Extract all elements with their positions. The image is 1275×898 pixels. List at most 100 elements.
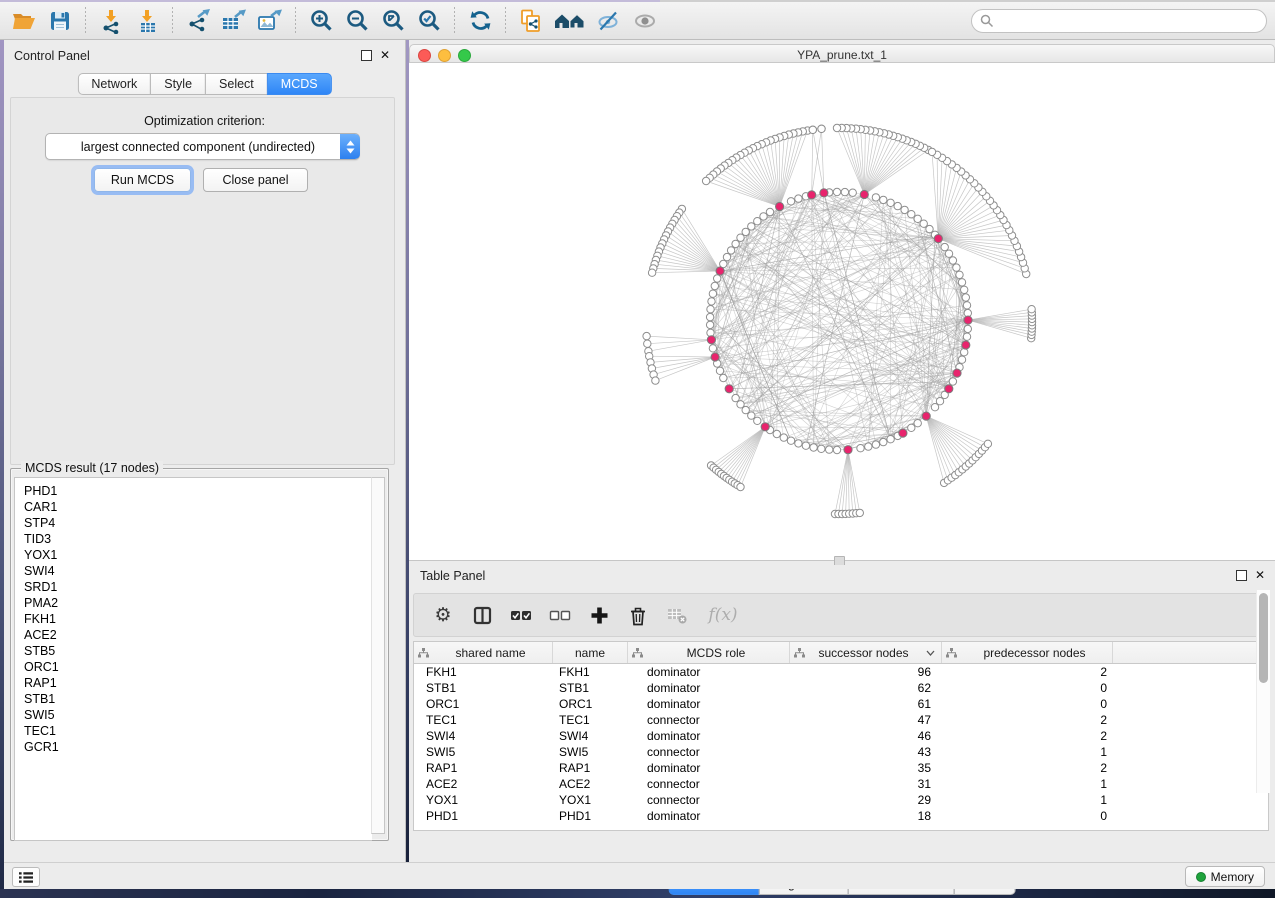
search-input[interactable] (971, 9, 1267, 33)
mcds-result-list[interactable]: PHD1CAR1STP4TID3YOX1SWI4SRD1PMA2FKH1ACE2… (14, 477, 372, 841)
network-svg[interactable] (409, 63, 1275, 560)
table-scrollbar[interactable] (1256, 590, 1270, 793)
unselect-all-button[interactable] (545, 599, 575, 631)
zoom-out-icon (345, 8, 370, 33)
delete-table-button[interactable] (662, 599, 692, 631)
mcds-result-item[interactable]: RAP1 (15, 675, 372, 691)
import-table-icon (134, 8, 160, 34)
mcds-result-item[interactable]: STB5 (15, 643, 372, 659)
tab-style[interactable]: Style (150, 73, 206, 95)
table-panel-close-icon[interactable]: ✕ (1255, 569, 1265, 581)
column-header-MCDS-role[interactable]: MCDS role (628, 642, 790, 663)
column-header-shared-name[interactable]: shared name (414, 642, 553, 663)
export-table-button[interactable] (217, 6, 251, 36)
cell: 29 (790, 793, 942, 807)
hide-selected-button[interactable] (592, 6, 626, 36)
mcds-result-item[interactable]: SWI5 (15, 707, 372, 723)
toolbar-separator (85, 7, 86, 35)
column-header-name[interactable]: name (553, 642, 628, 663)
fx-icon: f(x) (708, 605, 737, 625)
first-neighbors-button[interactable] (550, 6, 590, 36)
table-row[interactable]: SWI4SWI4dominator462 (414, 728, 1268, 744)
table-row[interactable]: TEC1TEC1connector472 (414, 712, 1268, 728)
memory-button[interactable]: Memory (1185, 866, 1265, 887)
gear-icon: ⚙ (434, 606, 451, 625)
table-panel-float-icon[interactable] (1236, 570, 1247, 581)
function-builder-button[interactable]: f(x) (701, 599, 745, 631)
mcds-result-scrollbar[interactable] (371, 477, 385, 834)
export-network-button[interactable] (181, 6, 215, 36)
tab-mcds[interactable]: MCDS (267, 73, 332, 95)
sort-descending-icon (926, 650, 935, 656)
control-panel-close-icon[interactable]: ✕ (380, 49, 390, 61)
mcds-result-item[interactable]: FKH1 (15, 611, 372, 627)
column-header-predecessor-nodes[interactable]: predecessor nodes (942, 642, 1113, 663)
column-header-successor-nodes[interactable]: successor nodes (790, 642, 942, 663)
table-row[interactable]: PHD1PHD1dominator180 (414, 808, 1268, 824)
mcds-result-item[interactable]: PHD1 (15, 483, 372, 499)
import-table-button[interactable] (130, 6, 164, 36)
control-panel-float-icon[interactable] (361, 50, 372, 61)
cell: dominator (628, 697, 790, 711)
close-panel-button[interactable]: Close panel (203, 168, 308, 192)
show-task-history-button[interactable] (12, 867, 40, 887)
mcds-result-item[interactable]: ORC1 (15, 659, 372, 675)
mcds-result-item[interactable]: STB1 (15, 691, 372, 707)
import-network-button[interactable] (94, 6, 128, 36)
table-row[interactable]: YOX1YOX1connector291 (414, 792, 1268, 808)
export-image-button[interactable] (253, 6, 287, 36)
mcds-result-item[interactable]: PMA2 (15, 595, 372, 611)
add-column-button[interactable] (584, 599, 614, 631)
zoom-in-button[interactable] (304, 6, 338, 36)
mcds-result-item[interactable]: ACE2 (15, 627, 372, 643)
mcds-result-item[interactable]: SRD1 (15, 579, 372, 595)
mcds-result-item[interactable]: GCR1 (15, 739, 372, 755)
network-window-titlebar[interactable]: YPA_prune.txt_1 (409, 44, 1275, 63)
tab-network[interactable]: Network (77, 73, 151, 95)
table-row[interactable]: ACE2ACE2connector311 (414, 776, 1268, 792)
application-window: Control Panel ✕ NetworkStyleSelectMCDS O… (0, 0, 1275, 898)
checked-boxes-icon (510, 607, 532, 623)
table-row[interactable]: RAP1RAP1dominator352 (414, 760, 1268, 776)
optimization-criterion-label: Optimization criterion: (4, 114, 405, 128)
mcds-result-item[interactable]: SWI4 (15, 563, 372, 579)
table-row[interactable]: ORC1ORC1dominator610 (414, 696, 1268, 712)
zoom-out-button[interactable] (340, 6, 374, 36)
table-scrollbar-thumb[interactable] (1259, 593, 1268, 683)
table-row[interactable]: SWI5SWI5connector431 (414, 744, 1268, 760)
show-columns-button[interactable] (467, 599, 497, 631)
open-session-button[interactable] (7, 6, 41, 36)
zoom-fit-button[interactable] (376, 6, 410, 36)
mcds-result-item[interactable]: STP4 (15, 515, 372, 531)
plus-icon (590, 606, 609, 625)
cell: 1 (942, 793, 1113, 807)
cell: FKH1 (553, 665, 628, 679)
mcds-result-item[interactable]: TID3 (15, 531, 372, 547)
cell: ORC1 (414, 697, 553, 711)
mcds-result-item[interactable]: CAR1 (15, 499, 372, 515)
zoom-selected-button[interactable] (412, 6, 446, 36)
mcds-result-item[interactable]: TEC1 (15, 723, 372, 739)
optimization-criterion-select[interactable]: largest connected component (undirected) (45, 133, 360, 160)
cell: 62 (790, 681, 942, 695)
status-bar: Memory (4, 862, 1275, 889)
cell: 18 (790, 809, 942, 823)
network-canvas[interactable] (409, 63, 1275, 561)
cell: 0 (942, 697, 1113, 711)
cell: SWI4 (414, 729, 553, 743)
zoom-in-icon (309, 8, 334, 33)
table-row[interactable]: STB1STB1dominator620 (414, 680, 1268, 696)
run-mcds-button[interactable]: Run MCDS (94, 168, 191, 192)
refresh-view-button[interactable] (463, 6, 497, 36)
save-session-button[interactable] (43, 6, 77, 36)
select-all-button[interactable] (506, 599, 536, 631)
delete-column-button[interactable] (623, 599, 653, 631)
toolbar-separator (505, 7, 506, 35)
table-settings-button[interactable]: ⚙ (428, 599, 458, 631)
mcds-result-item[interactable]: YOX1 (15, 547, 372, 563)
cell: YOX1 (553, 793, 628, 807)
duplicate-network-button[interactable] (514, 6, 548, 36)
tab-select[interactable]: Select (205, 73, 268, 95)
show-all-button[interactable] (628, 6, 662, 36)
table-row[interactable]: FKH1FKH1dominator962 (414, 664, 1268, 680)
